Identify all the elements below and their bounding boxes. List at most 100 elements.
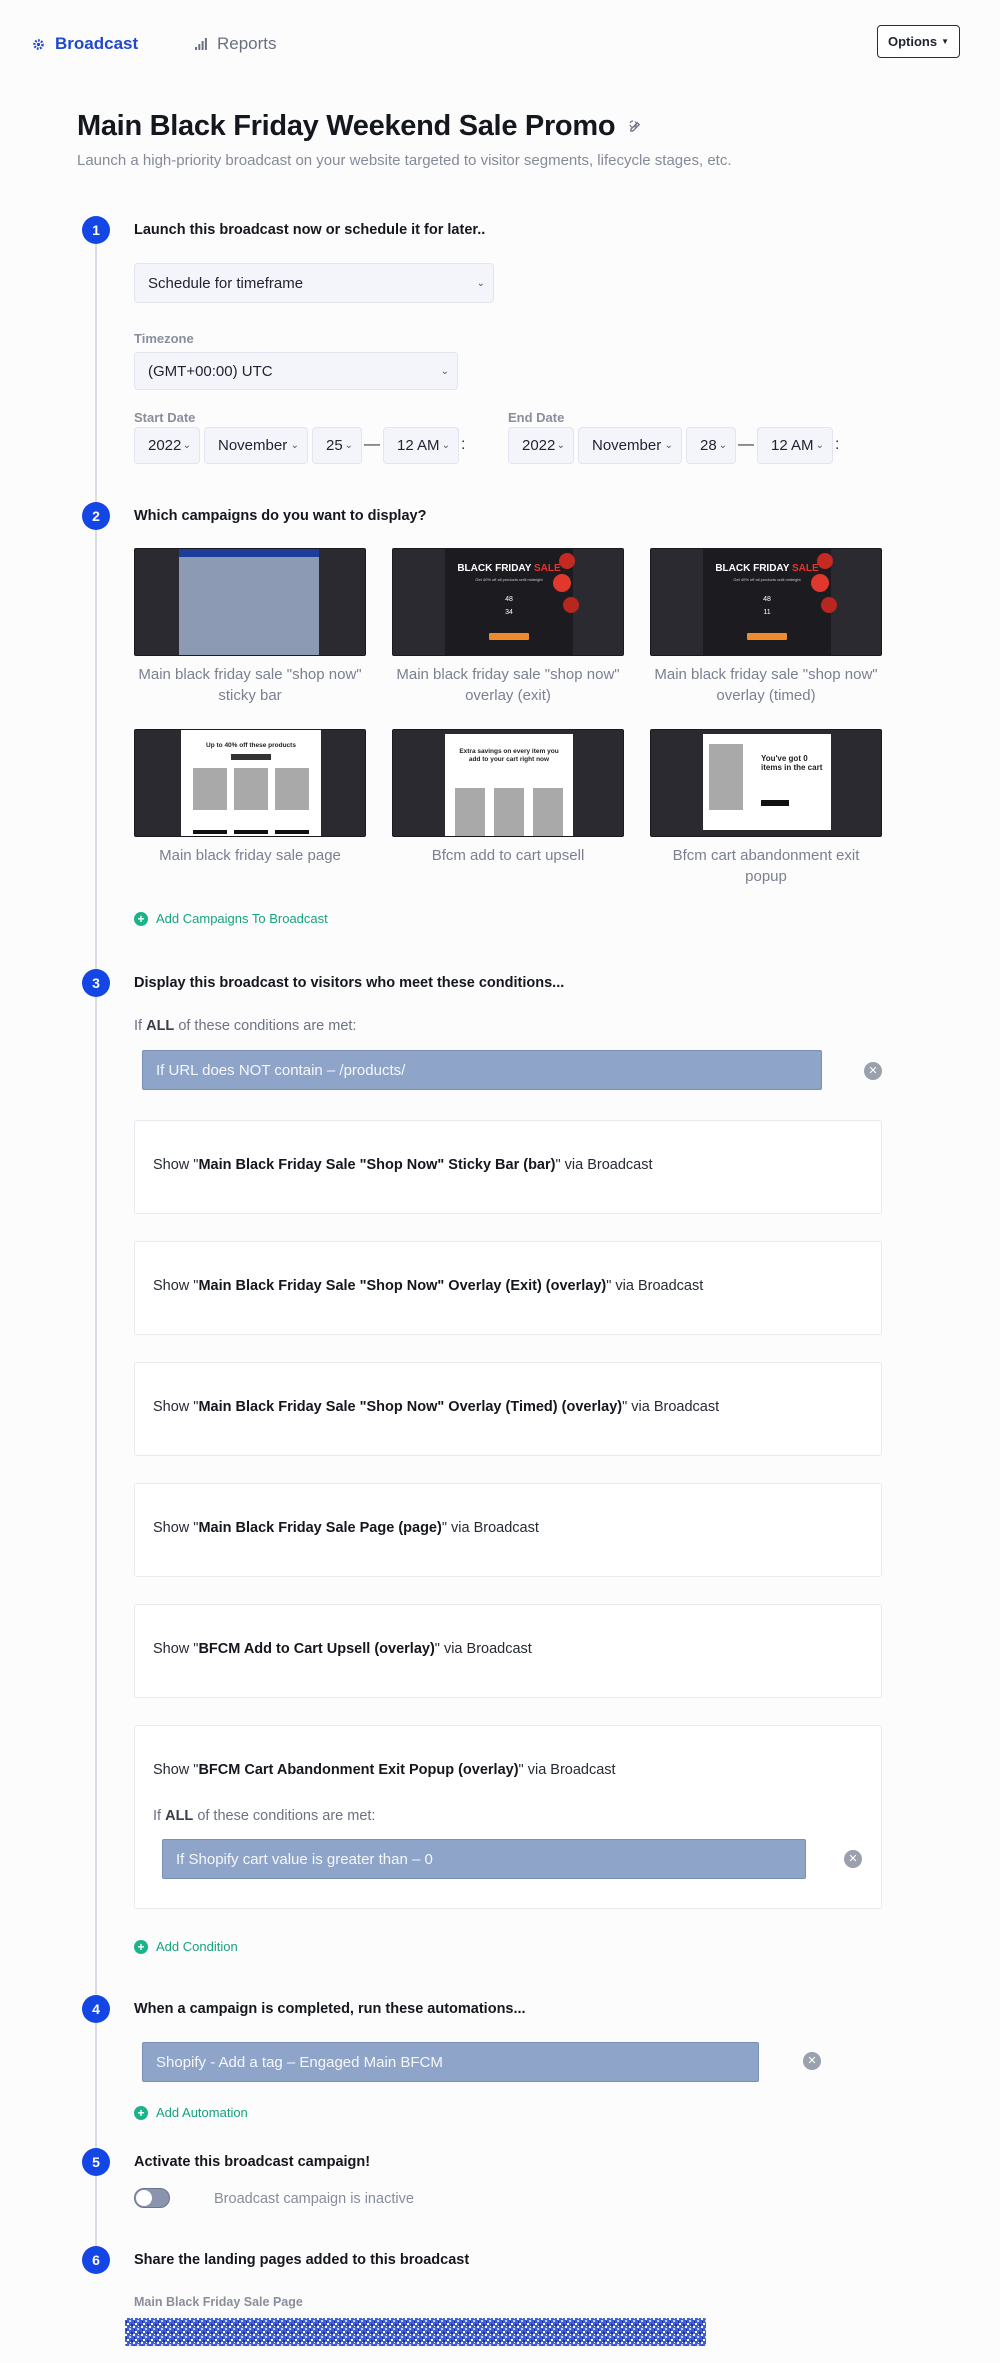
step-5-badge: 5 (82, 2148, 110, 2176)
start-year-value: 2022 (148, 437, 182, 454)
condition-url[interactable]: If URL does NOT contain – /products/ (142, 1050, 822, 1090)
show-text: Show "Main Black Friday Sale "Shop Now" … (153, 1399, 719, 1415)
add-automation-label: Add Automation (156, 2105, 248, 2120)
show-suffix: " via Broadcast (441, 1520, 539, 1536)
campaign-thumbnail-upsell[interactable]: Extra savings on every item you add to y… (392, 729, 624, 837)
campaign-thumbnail-sticky-bar[interactable] (134, 548, 366, 656)
intro-prefix: If (134, 1018, 143, 1034)
campaign-caption: Main black friday sale "shop now" sticky… (138, 666, 362, 704)
chevron-down-icon: ⌄ (815, 440, 824, 451)
end-month-select[interactable]: November ⌄ (578, 427, 682, 464)
show-name: Main Black Friday Sale "Shop Now" Overla… (198, 1399, 623, 1415)
show-name: Main Black Friday Sale "Shop Now" Overla… (198, 1278, 607, 1294)
intro-prefix: If (153, 1808, 162, 1824)
chevron-down-icon: ⌄ (718, 440, 727, 451)
thumb-num: 11 (763, 609, 771, 616)
start-hour-select[interactable]: 12 AM ⌄ (383, 427, 459, 464)
date-dash: — (738, 436, 754, 453)
automation-text: Shopify - Add a tag – Engaged Main BFCM (156, 2053, 443, 2071)
campaign-thumbnail-overlay-timed[interactable]: BLACK FRIDAY SALE Get 40% off all produc… (650, 548, 882, 656)
remove-condition-icon[interactable]: ✕ (844, 1850, 862, 1868)
end-day-select[interactable]: 28 ⌄ (686, 427, 736, 464)
gear-icon (33, 38, 44, 50)
step-2-title: Which campaigns do you want to display? (134, 508, 427, 524)
end-year-select[interactable]: 2022 ⌄ (508, 427, 574, 464)
campaign-thumbnail-overlay-exit[interactable]: BLACK FRIDAY SALE Get 40% off all produc… (392, 548, 624, 656)
intro-bold: ALL (165, 1808, 194, 1824)
caret-down-icon: ▼ (941, 37, 950, 46)
show-name: Main Black Friday Sale Page (page) (198, 1520, 442, 1536)
step-1-badge: 1 (82, 216, 110, 244)
condition-url-text: If URL does NOT contain – /products/ (156, 1061, 406, 1079)
show-prefix: Show " (153, 1520, 199, 1536)
timeline-line (95, 230, 97, 2270)
timezone-value: (GMT+00:00) UTC (148, 362, 273, 380)
chevron-down-icon: ⌄ (290, 440, 299, 451)
conditions-intro: If ALL of these conditions are met: (134, 1018, 356, 1034)
chevron-down-icon: ⌄ (476, 277, 485, 289)
thumb-bf-sub: Get 40% off all products until midnight (733, 577, 801, 582)
nav-reports-label: Reports (217, 34, 277, 53)
end-hour-select[interactable]: 12 AM ⌄ (757, 427, 833, 464)
nav-tab-broadcast[interactable]: Broadcast (32, 34, 138, 54)
automation-item[interactable]: Shopify - Add a tag – Engaged Main BFCM (142, 2042, 759, 2082)
start-year-select[interactable]: 2022 ⌄ (134, 427, 200, 464)
chevron-down-icon: ⌄ (664, 440, 673, 451)
options-label: Options (887, 34, 938, 49)
end-day-value: 28 (700, 437, 717, 454)
step-3-title: Display this broadcast to visitors who m… (134, 975, 565, 991)
thumb-num: 34 (505, 609, 513, 616)
timezone-select[interactable]: (GMT+00:00) UTC ⌄ (134, 352, 458, 390)
campaign-caption: Main black friday sale page (159, 847, 341, 864)
top-nav: Broadcast Reports Options ▼ (0, 0, 1000, 90)
show-name: BFCM Add to Cart Upsell (overlay) (198, 1641, 435, 1657)
thumb-upsell-heading: Extra savings on every item you add to y… (459, 748, 559, 763)
remove-automation-icon[interactable]: ✕ (803, 2052, 821, 2070)
show-text: Show "BFCM Add to Cart Upsell (overlay)"… (153, 1641, 532, 1657)
schedule-select-value: Schedule for timeframe (148, 274, 304, 292)
campaign-thumbnail-sale-page[interactable]: Up to 40% off these products (134, 729, 366, 837)
step-1-title: Launch this broadcast now or schedule it… (134, 222, 486, 238)
show-prefix: Show " (153, 1641, 199, 1657)
thumb-bf-black: BLACK FRIDAY (715, 563, 790, 574)
landing-page-label: Main Black Friday Sale Page (134, 2295, 303, 2309)
thumb-bf-black: BLACK FRIDAY (457, 563, 532, 574)
intro-suffix: of these conditions are met: (197, 1808, 376, 1824)
remove-condition-icon[interactable]: ✕ (864, 1062, 882, 1080)
start-day-select[interactable]: 25 ⌄ (312, 427, 362, 464)
add-condition-label: Add Condition (156, 1939, 238, 1954)
condition-cart-value-text: If Shopify cart value is greater than – … (176, 1850, 433, 1868)
show-name: BFCM Cart Abandonment Exit Popup (overla… (198, 1762, 519, 1778)
add-campaigns-link[interactable]: + Add Campaigns To Broadcast (134, 911, 328, 926)
thumb-num: 48 (505, 596, 513, 603)
show-card: Show "Main Black Friday Sale "Shop Now" … (134, 1120, 882, 1214)
options-button[interactable]: Options ▼ (877, 25, 960, 58)
show-card: Show "BFCM Cart Abandonment Exit Popup (… (134, 1725, 882, 1909)
step-6-title: Share the landing pages added to this br… (134, 2252, 470, 2268)
toggle-status-label: Broadcast campaign is inactive (214, 2191, 414, 2207)
schedule-select[interactable]: Schedule for timeframe ⌄ (134, 263, 494, 303)
landing-page-url-redacted[interactable] (125, 2318, 706, 2346)
start-date-label: Start Date (134, 410, 196, 425)
campaign-thumbnail-cart-abandonment[interactable]: You've got 0 items in the cart (650, 729, 882, 837)
show-name: Main Black Friday Sale "Shop Now" Sticky… (198, 1157, 556, 1173)
campaign-caption: Main black friday sale "shop now" overla… (654, 666, 878, 704)
condition-cart-value[interactable]: If Shopify cart value is greater than – … (162, 1839, 806, 1879)
activate-toggle[interactable] (134, 2188, 170, 2208)
add-automation-link[interactable]: + Add Automation (134, 2105, 248, 2120)
add-condition-link[interactable]: + Add Condition (134, 1939, 238, 1954)
start-month-select[interactable]: November ⌄ (204, 427, 308, 464)
show-suffix: " via Broadcast (434, 1641, 532, 1657)
nav-tab-reports[interactable]: Reports (195, 34, 277, 54)
end-date-label: End Date (508, 410, 565, 425)
page-title-text: Main Black Friday Weekend Sale Promo (77, 110, 616, 142)
thumb-cart-heading: You've got 0 items in the cart (761, 754, 823, 772)
edit-icon[interactable] (629, 120, 642, 133)
step-3-badge: 3 (82, 969, 110, 997)
thumb-num: 48 (763, 596, 771, 603)
date-dash: — (364, 436, 380, 453)
start-month-value: November (218, 437, 288, 454)
show-prefix: Show " (153, 1157, 199, 1173)
toggle-knob (136, 2190, 152, 2206)
timezone-label: Timezone (134, 331, 194, 346)
